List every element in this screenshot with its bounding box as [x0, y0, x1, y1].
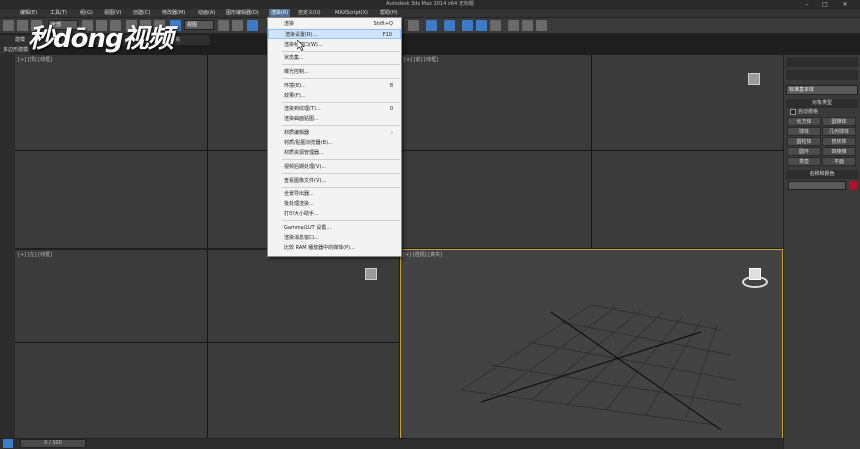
mouse-cursor-icon — [297, 40, 305, 51]
mirror-icon[interactable] — [408, 20, 419, 31]
viewcube-icon[interactable] — [365, 268, 377, 280]
command-panel-tabs[interactable] — [786, 57, 858, 67]
cone-button[interactable]: 圆锥体 — [822, 117, 856, 126]
teapot-button[interactable]: 茶壶 — [787, 157, 821, 166]
menu-group[interactable]: 组(G) — [80, 9, 93, 18]
menu-item-render-message-window[interactable]: 渲染消息窗口... — [268, 233, 401, 243]
menu-animation[interactable]: 动画(A) — [198, 9, 215, 18]
box-button[interactable]: 长方体 — [787, 117, 821, 126]
primitive-type-select[interactable]: 标准基本体 — [786, 85, 858, 95]
menu-item-render-setup[interactable]: 渲染设置(R)... F10 — [268, 29, 401, 39]
viewport-top-label[interactable]: [+] [顶] [线框] — [18, 56, 52, 63]
menu-item-render-surface-map[interactable]: 渲染曲面贴图... — [268, 114, 401, 124]
layer-manager-icon[interactable] — [444, 20, 455, 31]
pyramid-button[interactable]: 四棱锥 — [822, 147, 856, 156]
menu-item-material-explorer[interactable]: 材质资源管理器... — [268, 148, 401, 158]
menu-item-compare-ram-player[interactable]: 比较 RAM 播放器中的媒体(P)... — [268, 243, 401, 253]
menu-item-exposure-control[interactable]: 曝光控制... — [268, 67, 401, 77]
viewcube-icon[interactable] — [742, 268, 768, 290]
pivot-icon[interactable] — [218, 20, 229, 31]
render-frame-icon[interactable] — [536, 20, 547, 31]
menu-create[interactable]: 创建(C) — [133, 9, 150, 18]
viewcube-icon[interactable] — [748, 73, 760, 85]
cylinder-button[interactable]: 圆柱体 — [787, 137, 821, 146]
undo-icon[interactable] — [3, 20, 14, 31]
menu-separator — [282, 64, 400, 65]
menu-separator — [282, 51, 400, 52]
menu-item-panorama-exporter[interactable]: 全景导出器... — [268, 189, 401, 199]
name-color-header[interactable]: 名称和颜色 — [786, 170, 858, 179]
menu-edit[interactable]: 编辑(E) — [20, 9, 37, 18]
menu-item-state-sets[interactable]: 状态集... — [268, 53, 401, 63]
watermark-logo: 秒dōng视频 — [28, 24, 174, 54]
left-strip — [0, 55, 15, 440]
torus-button[interactable]: 圆环 — [787, 147, 821, 156]
time-slider[interactable] — [0, 438, 783, 449]
menu-item-material-browser[interactable]: 材质/贴图浏览器(B)... — [268, 138, 401, 148]
viewport-perspective-label[interactable]: [+] [透视] [真实] — [403, 251, 442, 258]
reference-coord-select[interactable]: 视图 — [184, 20, 214, 30]
sphere-button[interactable]: 球体 — [787, 127, 821, 136]
menu-item-print-size-wizard[interactable]: 打印大小助手... — [268, 209, 401, 219]
menu-separator — [282, 102, 400, 103]
geosphere-button[interactable]: 几何球体 — [822, 127, 856, 136]
menu-item-render[interactable]: 渲染 Shift+Q — [268, 19, 401, 29]
menu-item-environment[interactable]: 环境(E)... 8 — [268, 81, 401, 91]
redo-icon[interactable] — [17, 20, 28, 31]
ribbon-tab-modeling[interactable]: 建模 — [15, 35, 25, 45]
menu-item-view-image-file[interactable]: 查看图像文件(V)... — [268, 176, 401, 186]
menu-item-rendered-frame-window[interactable]: 渲染帧窗口(W)... — [268, 40, 401, 50]
maximize-button[interactable]: □ — [818, 0, 832, 9]
menu-item-video-post[interactable]: 视频后期处理(V)... — [268, 162, 401, 172]
window-title: Autodesk 3ds Max 2014 x64 无标题 — [386, 1, 474, 7]
menu-graph-editors[interactable]: 图形编辑器(D) — [226, 9, 259, 18]
frame-counter[interactable]: 0 / 100 — [20, 439, 86, 448]
plane-button[interactable]: 平面 — [822, 157, 856, 166]
select-manipulate-icon[interactable] — [232, 20, 243, 31]
menu-tools[interactable]: 工具(T) — [50, 9, 67, 18]
schematic-view-icon[interactable] — [490, 20, 501, 31]
menu-separator — [282, 78, 400, 79]
viewport-front[interactable] — [401, 55, 783, 248]
viewport-perspective[interactable] — [400, 249, 783, 439]
menu-item-effects[interactable]: 效果(F)... — [268, 91, 401, 101]
viewport-left[interactable] — [15, 250, 399, 438]
object-name-input[interactable] — [788, 181, 846, 190]
ribbon-subtab-poly[interactable]: 多边形建模 — [3, 45, 28, 55]
object-type-header[interactable]: 对象类型 — [786, 99, 858, 108]
material-editor-icon[interactable] — [508, 20, 519, 31]
autogrid-label: 自动栅格 — [798, 109, 819, 115]
render-setup-icon[interactable] — [522, 20, 533, 31]
minimize-button[interactable]: – — [800, 0, 814, 9]
menu-separator — [282, 187, 400, 188]
menu-item-batch-render[interactable]: 批处理渲染... — [268, 199, 401, 209]
perspective-grid — [460, 304, 742, 431]
align-icon[interactable] — [426, 20, 437, 31]
snap-icon[interactable] — [247, 20, 258, 31]
menu-item-gamma-lut[interactable]: Gamma/LUT 设置... — [268, 223, 401, 233]
menu-modifiers[interactable]: 修改器(M) — [162, 9, 185, 18]
menu-bar — [0, 9, 860, 18]
autogrid-checkbox[interactable] — [790, 109, 796, 115]
menu-item-material-editor[interactable]: 材质编辑器 › — [268, 128, 401, 138]
curve-editor-icon[interactable] — [476, 20, 487, 31]
menu-separator — [282, 159, 400, 160]
viewport-left-label[interactable]: [+] [左] [线框] — [18, 251, 52, 258]
menu-item-render-to-texture[interactable]: 渲染到纹理(T)... 0 — [268, 104, 401, 114]
graphite-toggle-icon[interactable] — [462, 20, 473, 31]
menu-separator — [282, 220, 400, 221]
viewport-front-label[interactable]: [+] [前] [线框] — [404, 56, 438, 63]
object-color-swatch[interactable] — [849, 181, 857, 190]
menu-view[interactable]: 视图(V) — [104, 9, 121, 18]
create-category-icons[interactable] — [786, 70, 858, 80]
timeline-icon[interactable] — [3, 439, 13, 448]
close-button[interactable]: ✕ — [838, 0, 852, 9]
menu-separator — [282, 173, 400, 174]
menu-separator — [282, 125, 400, 126]
tube-button[interactable]: 管状体 — [822, 137, 856, 146]
